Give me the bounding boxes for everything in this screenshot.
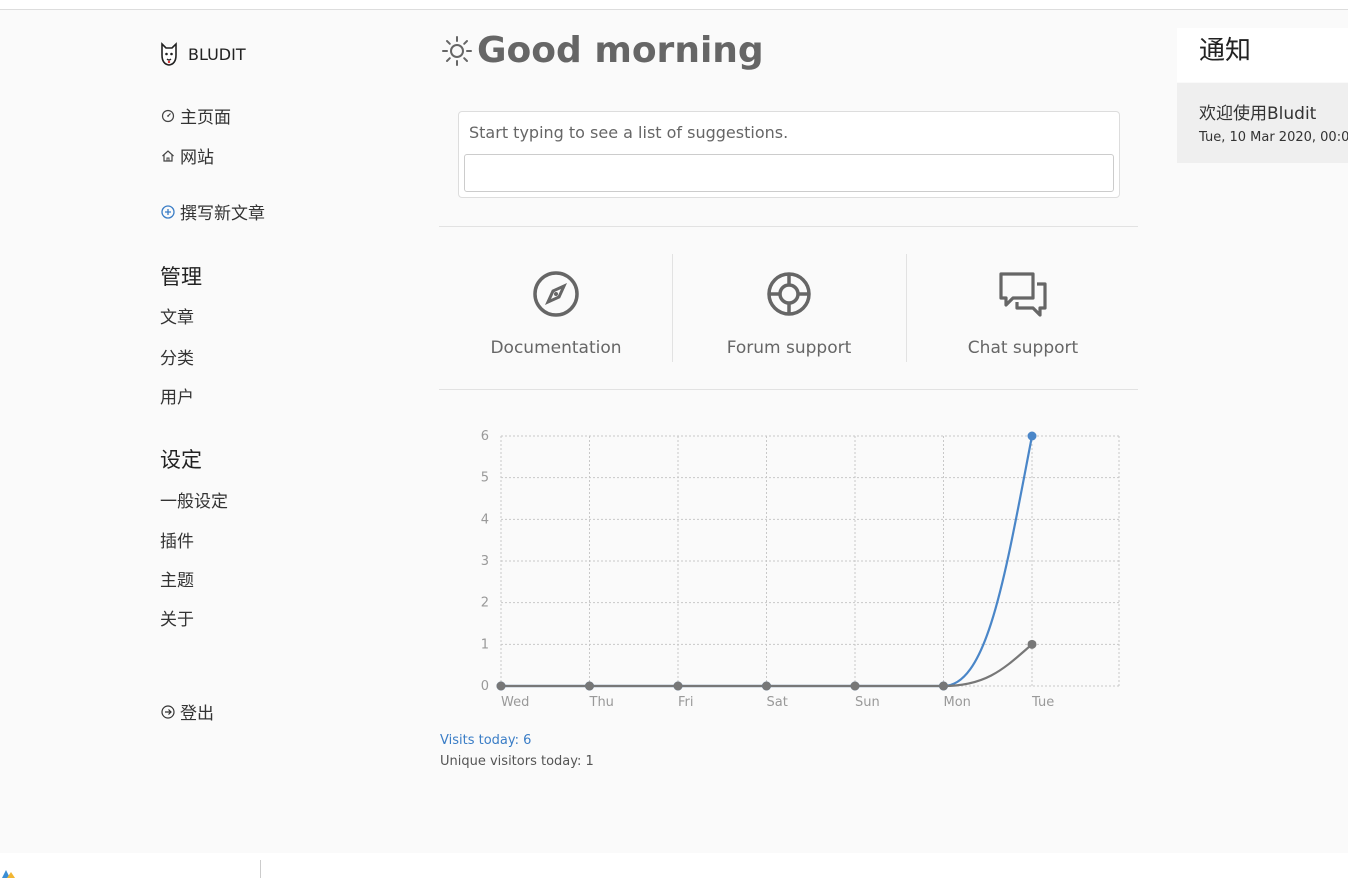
- y-tick-label: 5: [481, 471, 489, 486]
- greeting-header: Good morning: [441, 30, 764, 71]
- bludit-logo-icon: [161, 42, 177, 66]
- data-point: [850, 681, 860, 691]
- notification-date: Tue, 10 Mar 2020, 00:03: [1199, 130, 1348, 145]
- divider: [439, 389, 1138, 390]
- sidebar-item-label: 主页面: [180, 108, 231, 128]
- data-point: [673, 681, 683, 691]
- quick-search-panel: Start typing to see a list of suggestion…: [458, 111, 1120, 198]
- sidebar-item-users[interactable]: 用户: [160, 383, 194, 408]
- x-tick-label: Mon: [944, 695, 971, 710]
- x-tick-label: Sat: [767, 695, 788, 710]
- dashboard-icon: [160, 108, 176, 124]
- manage-section-title: 管理: [160, 265, 202, 289]
- brand-name: BLUDIT: [188, 44, 246, 64]
- app-icon[interactable]: [0, 870, 18, 878]
- taskbar-separator: [260, 860, 261, 878]
- forum-support-link[interactable]: Forum support: [672, 254, 906, 362]
- sidebar-item-content[interactable]: 文章: [160, 303, 194, 328]
- y-tick-label: 2: [481, 596, 489, 611]
- x-tick-label: Thu: [589, 695, 614, 710]
- x-tick-label: Fri: [678, 695, 694, 710]
- search-input[interactable]: [464, 154, 1114, 192]
- home-icon: [160, 148, 176, 164]
- unique-visitors-today: Unique visitors today: 1: [440, 754, 594, 769]
- y-tick-label: 1: [481, 637, 489, 652]
- notification-title: 欢迎使用Bludit: [1199, 104, 1317, 124]
- logout-button[interactable]: 登出: [160, 699, 214, 724]
- sun-icon: [442, 35, 472, 66]
- new-content-button[interactable]: 撰写新文章: [160, 199, 265, 224]
- greeting-text: Good morning: [477, 30, 764, 71]
- lifebuoy-icon: [767, 272, 811, 316]
- sidebar-item-website[interactable]: 网站: [160, 143, 214, 168]
- data-point: [762, 681, 771, 691]
- data-point: [1027, 431, 1037, 441]
- support-label: Documentation: [490, 338, 622, 358]
- support-label: Chat support: [967, 338, 1079, 358]
- logout-label: 登出: [180, 704, 214, 724]
- data-point: [1027, 639, 1037, 649]
- notifications-title: 通知: [1199, 36, 1252, 66]
- plus-circle-icon: [160, 204, 176, 220]
- y-tick-label: 3: [481, 554, 489, 569]
- search-hint: Start typing to see a list of suggestion…: [469, 123, 789, 142]
- sidebar-item-about[interactable]: 关于: [160, 605, 194, 630]
- sidebar-item-themes[interactable]: 主题: [160, 566, 194, 591]
- x-tick-label: Wed: [501, 695, 529, 710]
- new-content-label: 撰写新文章: [180, 204, 265, 224]
- sidebar-item-label: 网站: [180, 148, 214, 168]
- data-point: [939, 681, 948, 691]
- y-tick-label: 6: [481, 429, 489, 444]
- sidebar-item-dashboard[interactable]: 主页面: [160, 103, 231, 128]
- visits-today: Visits today: 6: [440, 733, 532, 748]
- settings-section-title: 设定: [160, 448, 202, 472]
- notification-item[interactable]: 欢迎使用Bludit Tue, 10 Mar 2020, 00:03: [1177, 83, 1348, 163]
- visits-chart-svg: 0 1 2 3 4 5 6 Wed Thu Fri Sat Sun Mon Tue: [481, 429, 1120, 710]
- documentation-link[interactable]: Documentation: [439, 254, 673, 362]
- sidebar-item-categories[interactable]: 分类: [160, 344, 194, 369]
- taskbar: [0, 853, 1348, 878]
- data-point: [585, 681, 594, 691]
- window-top-strip: [0, 0, 1348, 9]
- x-tick-label: Sun: [855, 695, 880, 710]
- divider: [439, 226, 1138, 227]
- visits-chart: 0 1 2 3 4 5 6 Wed Thu Fri Sat Sun Mon Tue: [439, 415, 1139, 715]
- logout-icon: [160, 704, 176, 720]
- x-tick-label: Tue: [1031, 695, 1054, 710]
- y-tick-label: 0: [481, 679, 489, 694]
- support-label: Forum support: [726, 338, 852, 358]
- sidebar-item-plugins[interactable]: 插件: [160, 527, 194, 552]
- y-tick-label: 4: [481, 512, 489, 527]
- chat-support-link[interactable]: Chat support: [906, 254, 1140, 362]
- brand[interactable]: BLUDIT: [160, 40, 246, 68]
- chat-bubbles-icon: [999, 272, 1047, 317]
- data-point: [496, 681, 506, 691]
- window-top-border: [0, 9, 1348, 10]
- compass-icon: [533, 271, 579, 317]
- sidebar-item-general-settings[interactable]: 一般设定: [160, 487, 228, 512]
